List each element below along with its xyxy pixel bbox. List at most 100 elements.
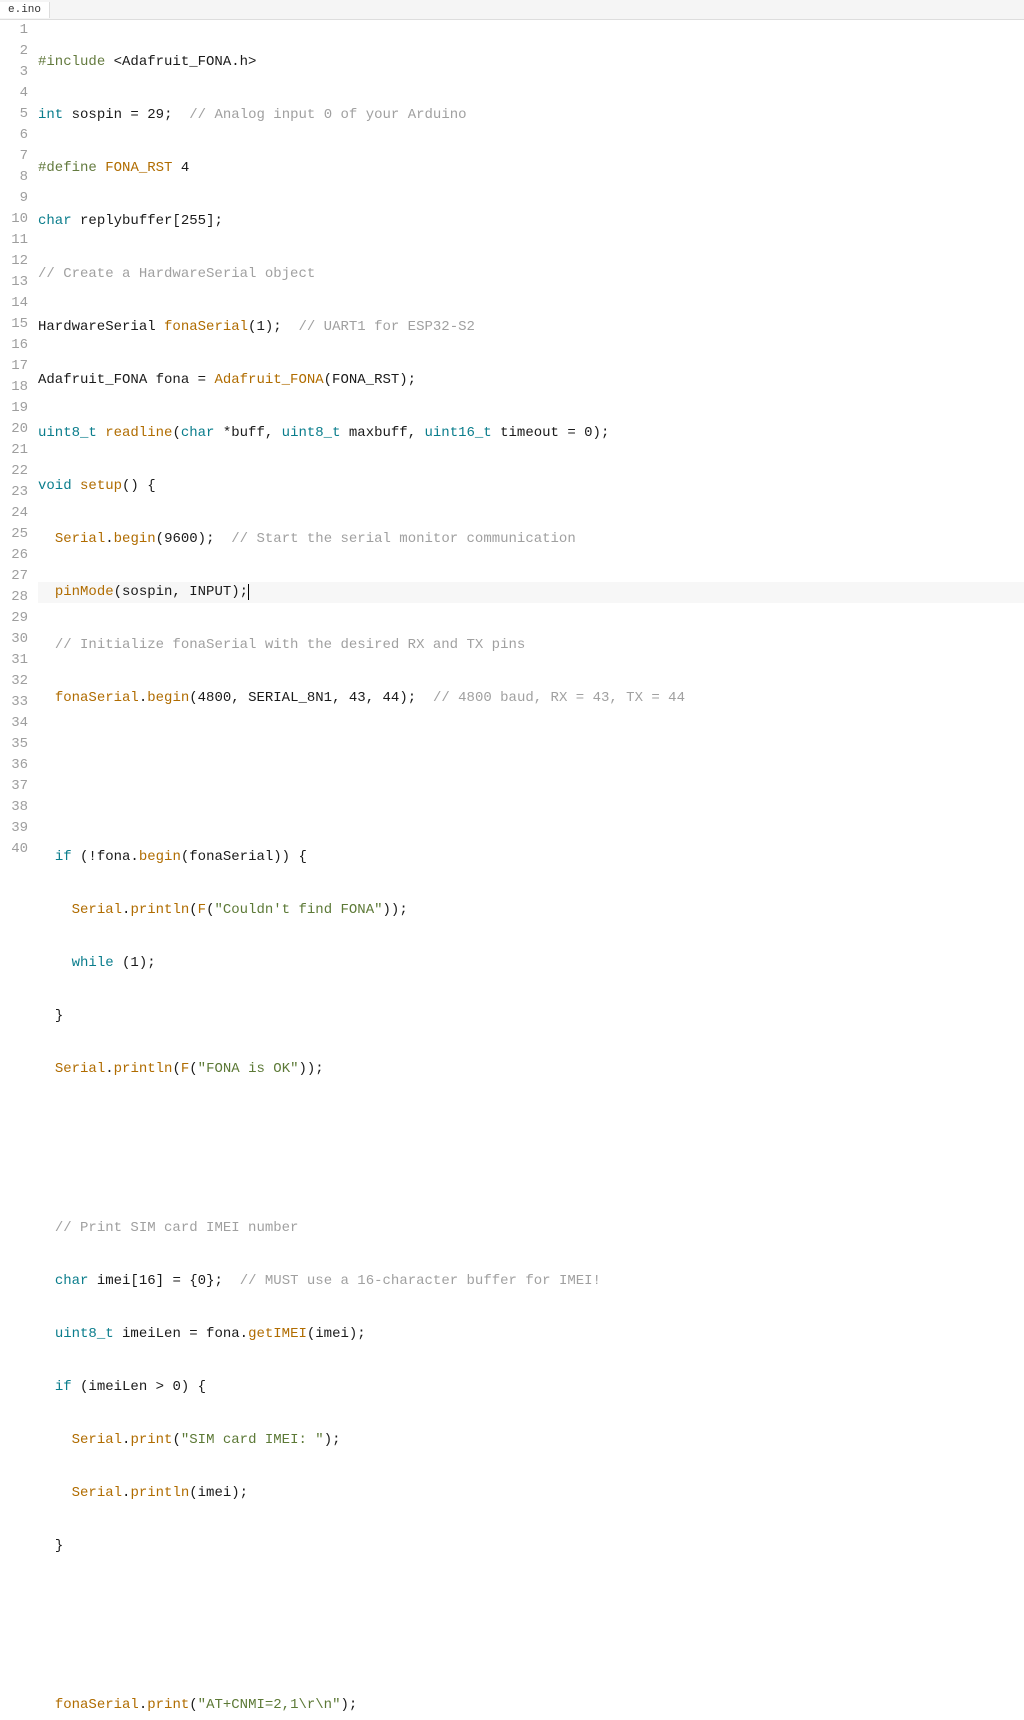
code-text: ); [341, 1697, 358, 1713]
code-line[interactable]: // Initialize fonaSerial with the desire… [38, 635, 1024, 656]
code-line[interactable]: fonaSerial.begin(4800, SERIAL_8N1, 43, 4… [38, 688, 1024, 709]
code-line[interactable]: void setup() { [38, 476, 1024, 497]
code-text: ); [593, 425, 610, 441]
code-line[interactable] [38, 1165, 1024, 1186]
function: F [181, 1061, 189, 1077]
code-line[interactable]: // Create a HardwareSerial object [38, 264, 1024, 285]
keyword: int [38, 107, 63, 123]
code-text: HardwareSerial [38, 319, 164, 335]
line-number: 22 [0, 461, 28, 482]
code-line[interactable]: while (1); [38, 953, 1024, 974]
code-text: timeout = [492, 425, 584, 441]
code-text: . [122, 902, 130, 918]
line-number: 34 [0, 713, 28, 734]
code-text: (fonaSerial)) { [181, 849, 307, 865]
code-text: (imei); [189, 1485, 248, 1501]
number: 29 [147, 107, 164, 123]
code-text: <Adafruit_FONA.h> [105, 54, 256, 70]
function: readline [105, 425, 172, 441]
object: fonaSerial [55, 1697, 139, 1713]
code-line[interactable]: int sospin = 29; // Analog input 0 of yo… [38, 105, 1024, 126]
function: Adafruit_FONA [214, 372, 323, 388]
code-line[interactable]: Serial.println(F("FONA is OK")); [38, 1059, 1024, 1080]
code-line[interactable]: if (imeiLen > 0) { [38, 1377, 1024, 1398]
code-text: ( [172, 1061, 180, 1077]
object: Serial [55, 1061, 105, 1077]
line-number: 11 [0, 230, 28, 251]
code-line[interactable] [38, 1112, 1024, 1133]
code-line[interactable]: Adafruit_FONA fona = Adafruit_FONA(FONA_… [38, 370, 1024, 391]
keyword: char [55, 1273, 89, 1289]
function: fonaSerial [164, 319, 248, 335]
code-line[interactable]: HardwareSerial fonaSerial(1); // UART1 f… [38, 317, 1024, 338]
line-number: 33 [0, 692, 28, 713]
number: 0 [198, 1273, 206, 1289]
function: setup [80, 478, 122, 494]
code-editor[interactable]: 1 2 3 4 5 6 7 8 9 10 11 12 13 14 15 16 1… [0, 20, 1024, 1720]
code-line[interactable]: fonaSerial.print("AT+CNMI=2,1\r\n"); [38, 1695, 1024, 1716]
code-line[interactable]: char imei[16] = {0}; // MUST use a 16-ch… [38, 1271, 1024, 1292]
line-number: 24 [0, 503, 28, 524]
string-quote: " [374, 902, 382, 918]
string-quote: " [290, 1061, 298, 1077]
code-text: )); [299, 1061, 324, 1077]
code-text: ( [172, 425, 180, 441]
object: Serial [55, 531, 105, 547]
code-line-active[interactable]: pinMode(sospin, INPUT); [38, 582, 1024, 603]
comment: // Initialize fonaSerial with the desire… [55, 637, 525, 653]
line-number: 4 [0, 83, 28, 104]
code-text: ( [206, 902, 214, 918]
comment: // 4800 baud, RX = 43, TX = 44 [433, 690, 685, 706]
line-number: 35 [0, 734, 28, 755]
code-line[interactable]: char replybuffer[255]; [38, 211, 1024, 232]
function: println [114, 1061, 173, 1077]
code-line[interactable]: // Print SIM card IMEI number [38, 1218, 1024, 1239]
string-quote: " [214, 902, 222, 918]
line-number: 18 [0, 377, 28, 398]
code-line[interactable] [38, 794, 1024, 815]
code-line[interactable]: Serial.print("SIM card IMEI: "); [38, 1430, 1024, 1451]
code-line[interactable] [38, 1642, 1024, 1663]
number: 44 [383, 690, 400, 706]
line-number: 38 [0, 797, 28, 818]
number: 0 [172, 1379, 180, 1395]
file-tab[interactable]: e.ino [0, 2, 50, 18]
code-line[interactable]: if (!fona.begin(fonaSerial)) { [38, 847, 1024, 868]
line-number: 13 [0, 272, 28, 293]
preproc-keyword: include [46, 54, 105, 70]
code-text [63, 107, 71, 123]
code-text: maxbuff, [340, 425, 424, 441]
code-line[interactable]: #include <Adafruit_FONA.h> [38, 52, 1024, 73]
number: 0 [584, 425, 592, 441]
code-text [114, 1326, 122, 1342]
object: fonaSerial [55, 690, 139, 706]
line-number: 14 [0, 293, 28, 314]
code-text: ]; [206, 213, 223, 229]
code-line[interactable]: } [38, 1006, 1024, 1027]
code-line[interactable]: Serial.begin(9600); // Start the serial … [38, 529, 1024, 550]
code-line[interactable]: } [38, 1536, 1024, 1557]
function: getIMEI [248, 1326, 307, 1342]
code-line[interactable]: Serial.println(F("Couldn't find FONA")); [38, 900, 1024, 921]
code-line[interactable]: Serial.println(imei); [38, 1483, 1024, 1504]
number: 4800 [198, 690, 232, 706]
line-number: 5 [0, 104, 28, 125]
object: Serial [72, 902, 122, 918]
code-text: ( [189, 902, 197, 918]
code-text: ); [324, 1432, 341, 1448]
code-line[interactable] [38, 1589, 1024, 1610]
keyword: if [55, 849, 72, 865]
code-line[interactable]: uint8_t imeiLen = fona.getIMEI(imei); [38, 1324, 1024, 1345]
code-line[interactable]: #define FONA_RST 4 [38, 158, 1024, 179]
code-area[interactable]: #include <Adafruit_FONA.h> int sospin = … [38, 20, 1024, 1720]
code-text: . [122, 1432, 130, 1448]
code-text: }; [206, 1273, 240, 1289]
code-text: (FONA_RST); [324, 372, 416, 388]
code-text: ); [198, 531, 232, 547]
code-line[interactable]: uint8_t readline(char *buff, uint8_t max… [38, 423, 1024, 444]
line-number: 19 [0, 398, 28, 419]
code-line[interactable] [38, 741, 1024, 762]
function: begin [114, 531, 156, 547]
object: Serial [72, 1485, 122, 1501]
code-text: ] = { [156, 1273, 198, 1289]
